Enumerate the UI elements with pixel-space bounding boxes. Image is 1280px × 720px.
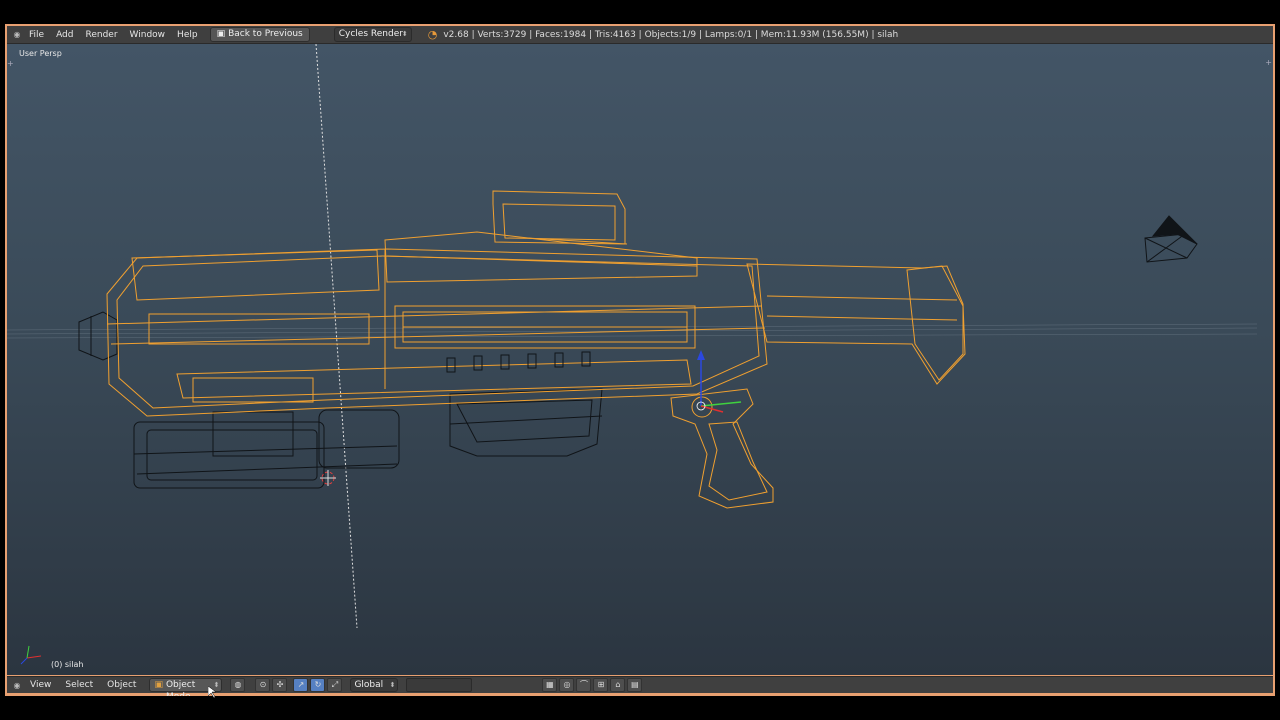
- pivot-point-icon[interactable]: ⊙: [255, 678, 271, 692]
- blender-logo-icon: ◔: [427, 28, 438, 41]
- translate-manipulator-icon[interactable]: ↗: [293, 678, 309, 692]
- rail-pegs: [446, 351, 591, 373]
- underbarrel-object: [133, 409, 400, 489]
- letterbox-top: [0, 0, 1280, 24]
- opengl-render-icon[interactable]: ▤: [627, 678, 643, 692]
- menu-view[interactable]: View: [23, 680, 58, 690]
- active-object-label: (0) silah: [51, 660, 84, 669]
- menu-file[interactable]: File: [23, 30, 50, 40]
- lamp-line: [315, 44, 358, 629]
- menu-render[interactable]: Render: [80, 30, 124, 40]
- view-axes-gizmo: [20, 645, 42, 665]
- viewport-shading-icon[interactable]: ◍: [230, 678, 246, 692]
- scale-manipulator-icon[interactable]: ⤢: [327, 678, 343, 692]
- menu-add[interactable]: Add: [50, 30, 79, 40]
- render-icon[interactable]: ⌂: [610, 678, 626, 692]
- render-engine-value: Cycles Render: [338, 29, 403, 39]
- 3d-view-header: ◉ View Select Object ▣ Object Mode ⬍ ◍ ⊙…: [7, 676, 1273, 702]
- menu-help[interactable]: Help: [171, 30, 204, 40]
- scene-canvas: [7, 44, 1258, 665]
- editor-type-icon-bottom[interactable]: ◉: [11, 681, 23, 690]
- render-engine-select[interactable]: Cycles Render ⬍: [333, 27, 412, 42]
- rotate-manipulator-icon[interactable]: ↻: [310, 678, 326, 692]
- scene-layers[interactable]: [406, 678, 473, 692]
- 3d-viewport[interactable]: User Persp + + (0) silah: [7, 44, 1273, 675]
- muzzle-object: [78, 311, 118, 361]
- transform-orientation-select[interactable]: Global ⬍: [350, 678, 399, 692]
- back-to-previous-label: Back to Previous: [228, 29, 303, 39]
- updown-arrow-icon-orient: ⬍: [389, 681, 396, 689]
- scene-stats: v2.68 | Verts:3729 | Faces:1984 | Tris:4…: [443, 29, 899, 40]
- menu-window[interactable]: Window: [124, 30, 172, 40]
- selected-gun-object: [106, 190, 966, 509]
- proportional-edit-icon[interactable]: ◎: [559, 678, 575, 692]
- object-mode-icon: ▣: [154, 680, 163, 690]
- menu-select[interactable]: Select: [58, 680, 100, 690]
- snap-element-icon[interactable]: ⊞: [593, 678, 609, 692]
- transform-orientation-value: Global: [354, 680, 384, 690]
- magazine-object: [449, 388, 603, 457]
- editor-type-icon[interactable]: ◉: [11, 30, 23, 39]
- letterbox-bottom: [0, 696, 1280, 720]
- menu-object[interactable]: Object: [100, 680, 143, 690]
- camera-object: [1144, 215, 1198, 263]
- manipulator-toggle-icon[interactable]: ✣: [272, 678, 288, 692]
- pointer-arrow: [207, 685, 217, 699]
- info-header: ◉ File Add Render Window Help ▣ Back to …: [7, 26, 1273, 44]
- updown-arrow-icon: ⬍: [401, 30, 408, 38]
- snap-icon[interactable]: ⌒: [576, 678, 592, 692]
- back-to-previous-button[interactable]: ▣ Back to Previous: [209, 27, 310, 42]
- 3d-cursor: [320, 470, 336, 486]
- screen-icon: ▣: [216, 29, 226, 39]
- lock-camera-icon[interactable]: ▦: [542, 678, 558, 692]
